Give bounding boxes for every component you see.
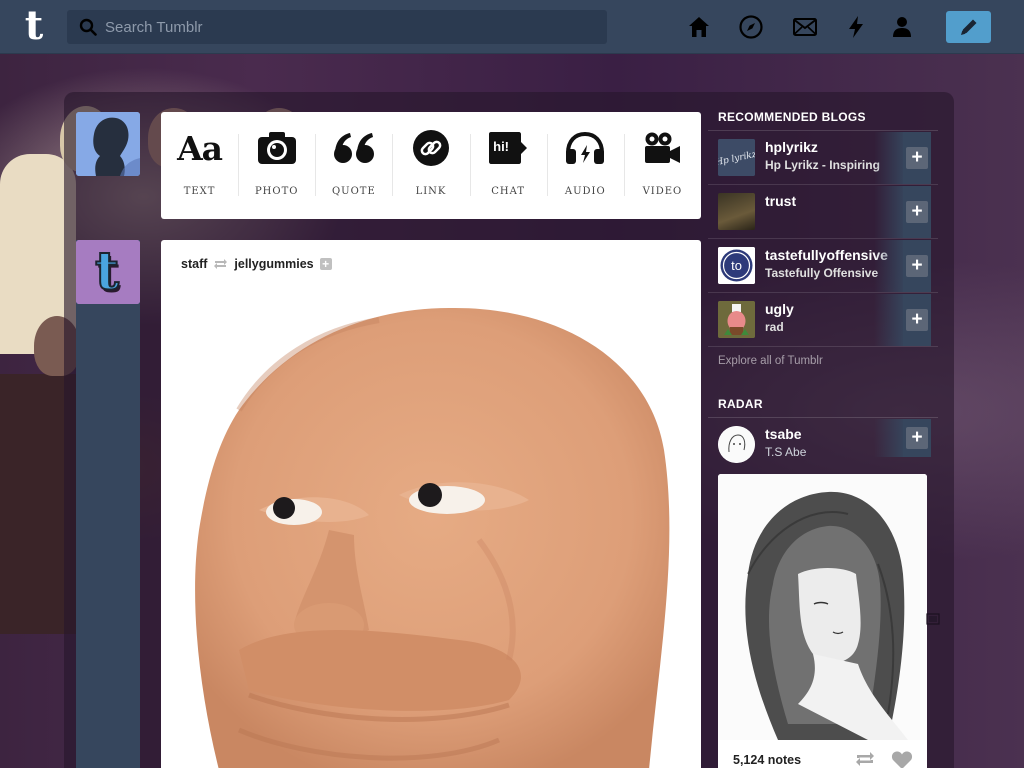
post-type-label: AUDIO — [564, 186, 606, 197]
sidebar: RECOMMENDED BLOGS Hp lyrikz hplyrikz Hp … — [708, 106, 938, 768]
post-type-photo[interactable]: PHOTO — [238, 112, 315, 219]
search-icon — [79, 18, 97, 36]
post-avatar-column — [76, 240, 140, 768]
envelope-icon — [793, 18, 817, 36]
follow-button[interactable]: + — [903, 240, 931, 292]
staff-avatar[interactable]: t t — [76, 240, 140, 304]
account-nav-button[interactable] — [889, 14, 915, 40]
row-fade — [874, 419, 904, 457]
follow-button[interactable]: + — [903, 294, 931, 346]
silhouette-icon — [76, 112, 140, 176]
search-bar[interactable] — [67, 10, 607, 44]
inbox-nav-button[interactable] — [792, 14, 818, 40]
radar-post-image[interactable] — [718, 474, 927, 740]
pencil-icon — [960, 19, 976, 35]
user-avatar[interactable] — [76, 112, 140, 176]
recommended-blog-item[interactable]: ugly rad + — [708, 293, 938, 347]
quote-icon — [333, 133, 374, 163]
lightning-icon — [849, 16, 863, 38]
camera-icon — [257, 132, 296, 164]
dashboard-post: staff jellygummies + — [161, 240, 701, 768]
radar-heading: RADAR — [708, 393, 938, 418]
explore-nav-button[interactable] — [738, 14, 764, 40]
reblog-icon — [214, 259, 228, 269]
post-type-label: VIDEO — [642, 186, 683, 197]
text-icon-glyph: Aa — [177, 128, 223, 168]
post-author-link[interactable]: staff — [181, 257, 207, 271]
row-fade — [874, 132, 904, 184]
post-type-video[interactable]: VIDEO — [623, 112, 701, 219]
reblogged-from-link[interactable]: jellygummies — [234, 257, 313, 271]
post-type-label: PHOTO — [254, 186, 299, 197]
text-icon: Aa — [177, 128, 223, 168]
recommended-blog-item[interactable]: to tastefullyoffensive Tastefully Offens… — [708, 239, 938, 293]
svg-text:to: to — [731, 258, 742, 273]
blog-avatar[interactable] — [718, 301, 755, 338]
top-navigation-bar: t — [0, 0, 1024, 54]
plus-icon: + — [906, 201, 928, 223]
follow-button[interactable]: + — [903, 186, 931, 238]
recommended-blog-item[interactable]: trust + — [708, 185, 938, 239]
plus-icon: + — [906, 147, 928, 169]
blog-avatar[interactable] — [718, 426, 755, 463]
note-count[interactable]: 5,124 notes — [733, 753, 801, 767]
radar-post-card: 5,124 notes — [718, 474, 927, 768]
post-type-link[interactable]: LINK — [392, 112, 469, 219]
radar-blog-item[interactable]: tsabe T.S Abe + — [708, 418, 938, 470]
compose-post-button[interactable] — [946, 11, 991, 43]
post-type-label: TEXT — [183, 186, 216, 197]
svg-text:t: t — [95, 241, 119, 302]
headphones-icon — [566, 131, 605, 164]
follow-button[interactable]: + — [903, 132, 931, 184]
recommended-blogs-heading: RECOMMENDED BLOGS — [708, 106, 938, 131]
tsabe-avatar-image — [718, 426, 755, 463]
home-nav-button[interactable] — [686, 14, 712, 40]
video-camera-icon — [645, 132, 681, 163]
post-type-label: LINK — [415, 186, 447, 197]
post-type-quote[interactable]: QUOTE — [315, 112, 392, 219]
ugly-avatar-image — [718, 301, 755, 338]
post-type-audio[interactable]: AUDIO — [546, 112, 624, 219]
row-fade — [874, 240, 904, 292]
row-fade — [874, 186, 904, 238]
search-input[interactable] — [105, 10, 600, 44]
plus-icon: + — [906, 309, 928, 331]
blog-avatar[interactable]: Hp lyrikz — [718, 139, 755, 176]
post-photo[interactable] — [179, 300, 689, 768]
activity-nav-button[interactable] — [843, 14, 869, 40]
plus-icon: + — [906, 255, 928, 277]
post-header: staff jellygummies + — [181, 256, 332, 272]
recommended-blog-item[interactable]: Hp lyrikz hplyrikz Hp Lyrikz - Inspiring… — [708, 131, 938, 185]
reblog-icon[interactable] — [854, 750, 876, 768]
compass-icon — [739, 15, 763, 39]
post-type-label: QUOTE — [331, 186, 376, 197]
post-type-chat[interactable]: hi! CHAT — [469, 112, 547, 219]
list-icon[interactable] — [926, 612, 940, 626]
follow-button[interactable]: + — [903, 419, 931, 457]
link-icon — [412, 130, 449, 166]
hplyrikz-logo: Hp lyrikz — [718, 139, 755, 176]
explore-all-link[interactable]: Explore all of Tumblr — [708, 347, 938, 387]
post-type-label: CHAT — [491, 186, 525, 197]
tumblr-t-icon: t t — [76, 240, 140, 304]
post-type-text[interactable]: Aa TEXT — [161, 112, 238, 219]
blog-avatar[interactable] — [718, 193, 755, 230]
post-type-selector: Aa TEXT PHOTO QUOTE LINK hi! CHAT AUDIO … — [161, 112, 701, 219]
blog-avatar[interactable]: to — [718, 247, 755, 284]
tastefully-offensive-logo: to — [718, 247, 755, 284]
follow-blog-button[interactable]: + — [319, 258, 332, 270]
home-icon — [689, 17, 709, 37]
heart-icon[interactable] — [891, 750, 913, 768]
tumblr-logo[interactable]: t — [14, 6, 54, 48]
plus-icon: + — [906, 427, 928, 449]
chat-icon-glyph: hi! — [493, 139, 510, 154]
person-icon — [893, 17, 911, 37]
row-fade — [874, 294, 904, 346]
